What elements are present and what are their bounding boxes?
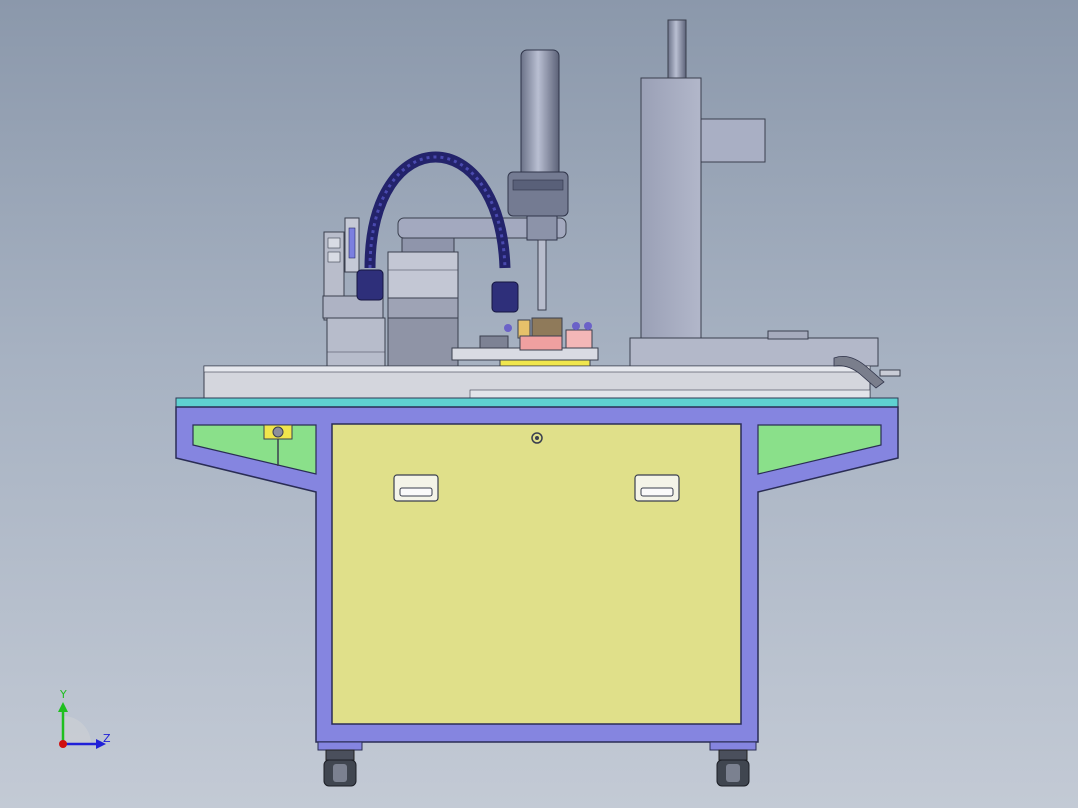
machine-assembly-view[interactable] bbox=[0, 0, 1078, 808]
coordinate-triad bbox=[58, 702, 106, 749]
y-axis-label: Y bbox=[60, 688, 67, 701]
caster-right bbox=[709, 741, 757, 787]
door-handle-right[interactable] bbox=[634, 474, 680, 502]
cad-viewport[interactable]: Y Z bbox=[0, 0, 1078, 808]
z-axis-label: Z bbox=[103, 732, 111, 745]
gantry-column bbox=[629, 19, 879, 367]
door-handle-left[interactable] bbox=[393, 474, 439, 502]
machine-frame bbox=[175, 406, 899, 743]
caster-left bbox=[317, 741, 363, 787]
